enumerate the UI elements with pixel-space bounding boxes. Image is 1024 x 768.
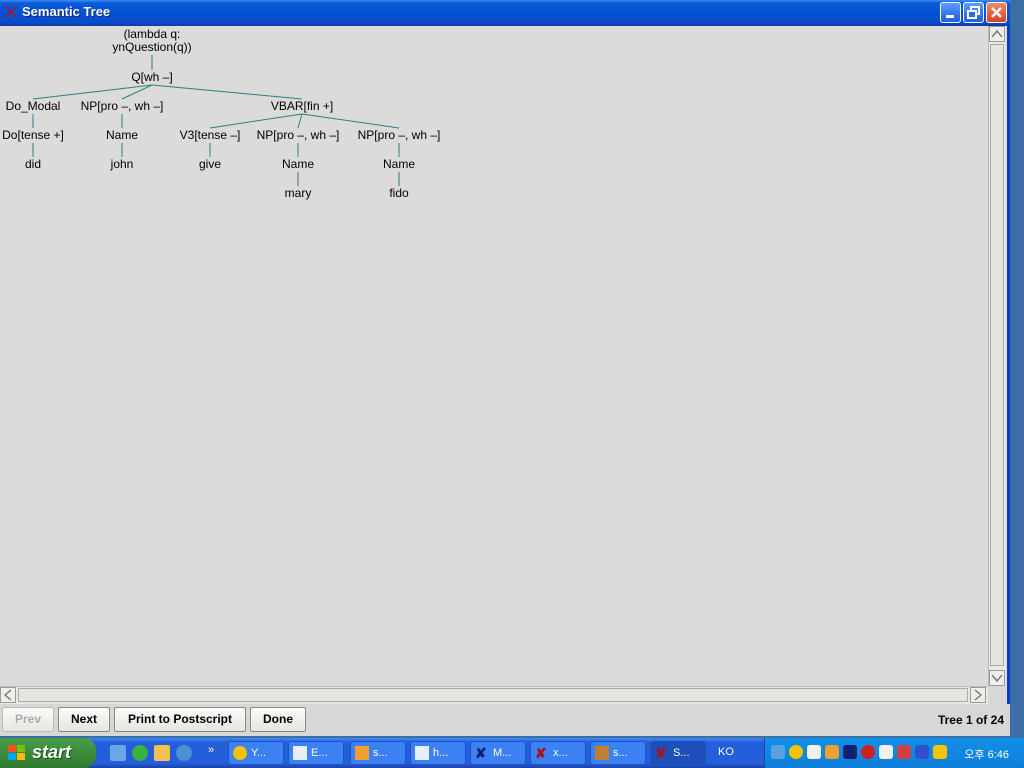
task-s1[interactable]: s... [350, 741, 406, 765]
runner-icon[interactable] [825, 745, 839, 759]
tree-node-v3: V3[tense –] [179, 128, 241, 142]
arrow-left-icon [3, 689, 12, 701]
scroll-left-button[interactable] [0, 687, 16, 703]
tree-node-john: john [110, 157, 134, 171]
media-player-icon[interactable] [132, 745, 148, 761]
tree-node-np1: NP[pro –, wh –] [80, 99, 164, 113]
pen-icon[interactable] [933, 745, 947, 759]
windows-logo-icon [8, 745, 25, 760]
close-icon [991, 7, 1002, 18]
browser-icon [293, 746, 307, 760]
tree-counter: Tree 1 of 24 [937, 713, 1004, 727]
done-button[interactable]: Done [250, 707, 306, 732]
scroll-down-button[interactable] [989, 670, 1005, 686]
start-button[interactable]: start [0, 738, 96, 768]
tree-node-line: ynQuestion(q)) [112, 40, 192, 54]
button-bar: Prev Next Print to Postscript Done Tree … [0, 704, 1010, 736]
vertical-scrollbar[interactable] [988, 26, 1006, 686]
network-icon[interactable] [771, 745, 785, 759]
tree-node-np2: NP[pro –, wh –] [256, 128, 340, 142]
chat-icon[interactable] [807, 745, 821, 759]
antivirus-icon[interactable] [861, 745, 875, 759]
tree-node-q: Q[wh –] [131, 70, 173, 84]
task-x[interactable]: ✘ x... [530, 741, 586, 765]
runner-icon [355, 746, 369, 760]
print-to-postscript-button[interactable]: Print to Postscript [114, 707, 246, 732]
tree-node-fido: fido [389, 186, 409, 200]
document-icon [415, 746, 429, 760]
semantic-tree: (lambda q: ynQuestion(q)) Q[wh –] Do_Modal N… [0, 26, 988, 686]
arrow-down-icon [991, 674, 1003, 683]
arrow-right-icon [974, 689, 983, 701]
restore-button[interactable] [963, 2, 984, 23]
tree-node-do: Do[tense +] [2, 128, 64, 142]
prev-button[interactable]: Prev [2, 707, 54, 732]
x-app-icon: ✘ [475, 745, 487, 761]
tree-canvas: (lambda q: ynQuestion(q)) Q[wh –] Do_Modal N… [0, 26, 988, 686]
task-h[interactable]: h... [410, 741, 466, 765]
task-yahoo[interactable]: Y... [228, 741, 284, 765]
tree-node-did: did [24, 157, 42, 171]
scroll-up-button[interactable] [989, 26, 1005, 42]
tree-node-name2: Name [281, 157, 315, 171]
restore-icon [967, 6, 980, 19]
task-m[interactable]: ✘ M... [470, 741, 526, 765]
show-desktop-icon[interactable] [110, 745, 126, 761]
messenger-icon[interactable] [789, 745, 803, 759]
minimize-button[interactable] [940, 2, 961, 23]
window-title: Semantic Tree [22, 4, 111, 19]
yahoo-messenger-icon [233, 746, 247, 760]
title-bar[interactable]: Semantic Tree [0, 0, 1010, 26]
horizontal-scroll-thumb[interactable] [18, 688, 968, 702]
quick-launch-chevron-icon[interactable]: » [208, 744, 214, 756]
tree-node-do_modal: Do_Modal [5, 99, 61, 113]
close-button[interactable] [986, 2, 1007, 23]
tree-node-vbar: VBAR[fin +] [270, 99, 334, 113]
calendar-icon[interactable] [915, 745, 929, 759]
x-app-icon[interactable] [843, 745, 857, 759]
tree-node-mary: mary [284, 186, 312, 200]
app-x-icon [5, 6, 17, 18]
ime-icon[interactable] [879, 745, 893, 759]
semantic-tree-window: Semantic Tree (lambda q: ynQuestion(q)) Q[… [0, 0, 1010, 736]
tree-node-name1: Name [105, 128, 139, 142]
folder-icon[interactable] [154, 745, 170, 761]
language-indicator[interactable]: KO [718, 746, 734, 758]
vertical-scroll-thumb[interactable] [990, 44, 1004, 666]
minimize-icon [946, 15, 954, 18]
tree-node-name3: Name [382, 157, 416, 171]
clock: 오후 6:46 [964, 749, 1009, 761]
flag-icon[interactable] [897, 745, 911, 759]
refresh-icon[interactable] [176, 745, 192, 761]
task-explorer[interactable]: E... [288, 741, 344, 765]
scroll-right-button[interactable] [970, 687, 986, 703]
arrow-up-icon [991, 29, 1003, 38]
taskbar: start » Y... E... s... h... ✘ M... ✘ x... … [0, 738, 1024, 768]
tree-node-root: (lambda q: ynQuestion(q)) [112, 28, 191, 54]
x-app-icon: ✘ [535, 745, 547, 761]
start-label: start [32, 742, 72, 762]
task-s2[interactable]: s... [590, 741, 646, 765]
tree-node-give: give [198, 157, 222, 171]
next-button[interactable]: Next [58, 707, 110, 732]
task-semantic-tree[interactable]: ✘ S... [650, 741, 706, 765]
app-icon [595, 746, 609, 760]
horizontal-scrollbar[interactable] [0, 686, 988, 704]
tree-node-np3: NP[pro –, wh –] [357, 128, 441, 142]
system-tray: 오후 6:46 [764, 738, 1024, 768]
x-app-icon: ✘ [655, 745, 667, 761]
